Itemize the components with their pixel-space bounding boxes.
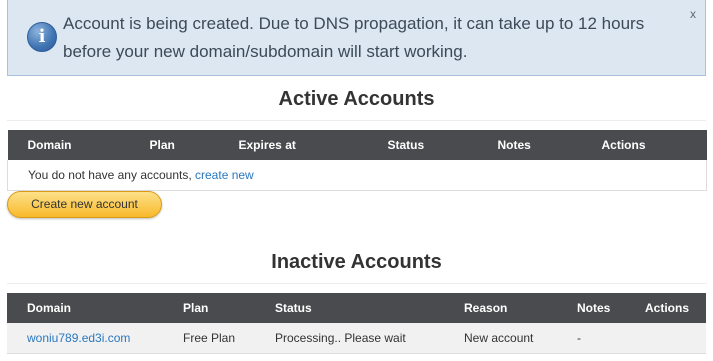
domain-cell: woniu789.ed3i.com	[7, 323, 163, 354]
empty-text: You do not have any accounts,	[28, 167, 196, 182]
column-header: Actions	[581, 130, 707, 160]
notice-message: Account is being created. Due to DNS pro…	[63, 14, 645, 61]
column-header: Domain	[7, 130, 130, 160]
info-icon: i	[27, 22, 57, 52]
divider	[7, 283, 706, 284]
inactive-accounts-table: Domain Plan Status Reason Notes Actions …	[7, 293, 706, 354]
domain-link[interactable]: woniu789.ed3i.com	[27, 331, 130, 345]
reason-cell: New account	[444, 323, 557, 354]
actions-cell	[625, 323, 706, 354]
column-header: Domain	[7, 293, 163, 323]
close-icon[interactable]: x	[690, 7, 696, 21]
active-accounts-title: Active Accounts	[278, 88, 435, 110]
column-header: Expires at	[218, 130, 368, 160]
empty-message: You do not have any accounts, create new	[7, 160, 707, 191]
table-row: woniu789.ed3i.com Free Plan Processing..…	[7, 323, 706, 354]
create-new-link[interactable]: create new	[195, 168, 254, 182]
column-header: Plan	[129, 130, 219, 160]
column-header: Status	[255, 293, 444, 323]
active-accounts-table: Domain Plan Expires at Status Notes Acti…	[7, 130, 707, 191]
notes-cell: -	[557, 323, 625, 354]
column-header: Actions	[625, 293, 706, 323]
column-header: Notes	[557, 293, 625, 323]
inactive-accounts-title: Inactive Accounts	[271, 251, 442, 273]
status-cell: Processing.. Please wait	[255, 323, 444, 354]
table-header-row: Domain Plan Status Reason Notes Actions	[7, 293, 706, 323]
table-header-row: Domain Plan Expires at Status Notes Acti…	[7, 130, 707, 160]
column-header: Notes	[477, 130, 582, 160]
column-header: Plan	[163, 293, 255, 323]
plan-cell: Free Plan	[163, 323, 255, 354]
create-new-account-button[interactable]: Create new account	[7, 191, 162, 218]
column-header: Status	[367, 130, 478, 160]
empty-row: You do not have any accounts, create new	[7, 160, 707, 191]
divider	[7, 120, 706, 121]
column-header: Reason	[444, 293, 557, 323]
notice-banner: i Account is being created. Due to DNS p…	[7, 0, 706, 76]
